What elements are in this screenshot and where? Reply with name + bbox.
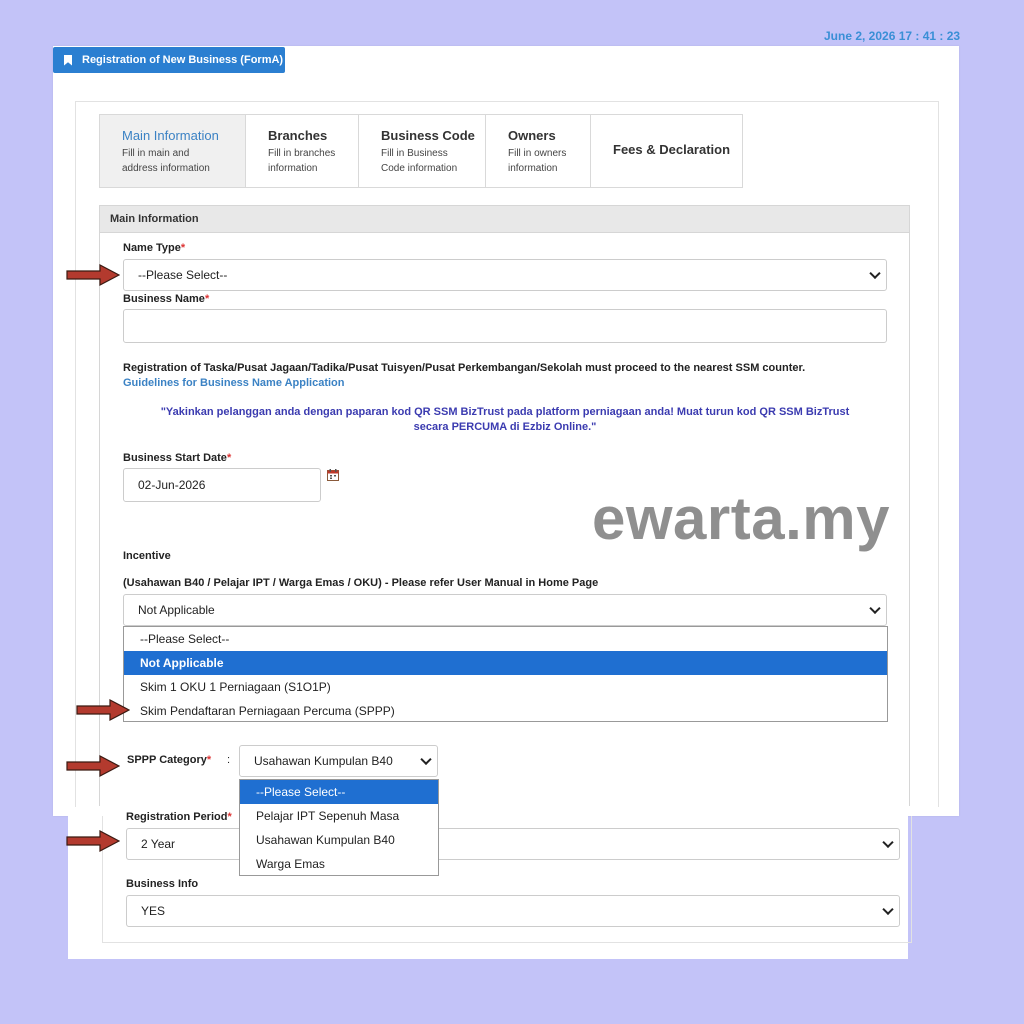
timestamp: June 2, 2026 17 : 41 : 23 (824, 29, 961, 43)
colon-separator: : (227, 754, 231, 766)
registration-period-label: Registration Period* (126, 811, 232, 823)
start-date-input[interactable]: 02-Jun-2026 (123, 468, 321, 502)
step-desc: Fill in main and (122, 148, 190, 159)
incentive-option-selected[interactable]: Not Applicable (124, 651, 887, 675)
business-info-label: Business Info (126, 878, 199, 890)
step-title: Owners (508, 128, 556, 143)
sppp-option[interactable]: Pelajar IPT Sepenuh Masa (240, 804, 438, 828)
sppp-category-dropdown-list: --Please Select-- Pelajar IPT Sepenuh Ma… (239, 779, 439, 876)
arrow-right-icon (66, 755, 120, 777)
step-business-code[interactable]: Business Code Fill in Business Code info… (359, 115, 486, 187)
incentive-sublabel: (Usahawan B40 / Pelajar IPT / Warga Emas… (123, 577, 599, 589)
name-type-label: Name Type* (123, 242, 186, 254)
step-title: Branches (268, 128, 328, 143)
incentive-option[interactable]: --Please Select-- (124, 627, 887, 651)
guidelines-link[interactable]: Guidelines for Business Name Application (123, 377, 344, 389)
step-desc: information (268, 163, 318, 174)
chevron-down-icon (882, 836, 894, 849)
incentive-option[interactable]: Skim 1 OKU 1 Perniagaan (S1O1P) (124, 675, 887, 699)
arrow-right-icon (66, 830, 120, 852)
calendar-icon[interactable] (327, 469, 339, 481)
step-desc: Fill in branches (268, 148, 336, 159)
incentive-select[interactable]: Not Applicable (123, 594, 887, 626)
incentive-dropdown-list: --Please Select-- Not Applicable Skim 1 … (123, 626, 888, 722)
chevron-down-icon (882, 903, 894, 916)
chevron-down-icon (869, 602, 881, 615)
arrow-right-icon (76, 699, 130, 721)
step-desc: Fill in owners (508, 148, 567, 159)
sppp-option-selected[interactable]: --Please Select-- (240, 780, 438, 804)
sppp-option[interactable]: Warga Emas (240, 852, 438, 876)
wizard-steps: Main Information Fill in main and addres… (99, 114, 743, 188)
incentive-label: Incentive (123, 550, 171, 562)
arrow-right-icon (66, 264, 120, 286)
step-desc: information (508, 163, 558, 174)
step-owners[interactable]: Owners Fill in owners information (486, 115, 591, 187)
section-title: Main Information (99, 205, 910, 233)
step-title: Main Information (122, 128, 219, 143)
sppp-category-label: SPPP Category* (127, 754, 212, 766)
business-info-select[interactable]: YES (126, 895, 900, 927)
step-main-information[interactable]: Main Information Fill in main and addres… (100, 115, 246, 187)
step-desc: Fill in Business (381, 148, 448, 159)
page-tab[interactable]: Registration of New Business (FormA) (53, 47, 285, 73)
bookmark-icon (64, 54, 72, 66)
watermark: ewarta.my (592, 485, 890, 552)
biztrust-promo: "Yakinkan pelanggan anda dengan paparan … (160, 406, 850, 433)
chevron-down-icon (869, 267, 881, 280)
step-fees-declaration[interactable]: Fees & Declaration (591, 115, 742, 187)
step-title: Fees & Declaration (613, 142, 731, 157)
name-type-select[interactable]: --Please Select-- (123, 259, 887, 291)
step-title: Business Code (381, 128, 475, 143)
ssm-counter-notice: Registration of Taska/Pusat Jagaan/Tadik… (123, 362, 806, 374)
business-name-input[interactable] (123, 309, 887, 343)
sppp-category-select[interactable]: Usahawan Kumpulan B40 (239, 745, 438, 777)
sppp-option[interactable]: Usahawan Kumpulan B40 (240, 828, 438, 852)
business-name-label: Business Name* (123, 293, 210, 305)
start-date-label: Business Start Date* (123, 452, 232, 464)
step-desc: address information (122, 163, 210, 174)
incentive-option[interactable]: Skim Pendaftaran Perniagaan Percuma (SPP… (124, 699, 887, 723)
step-branches[interactable]: Branches Fill in branches information (246, 115, 359, 187)
page-tab-label: Registration of New Business (FormA) (82, 54, 284, 66)
chevron-down-icon (420, 753, 432, 766)
step-desc: Code information (381, 163, 458, 174)
